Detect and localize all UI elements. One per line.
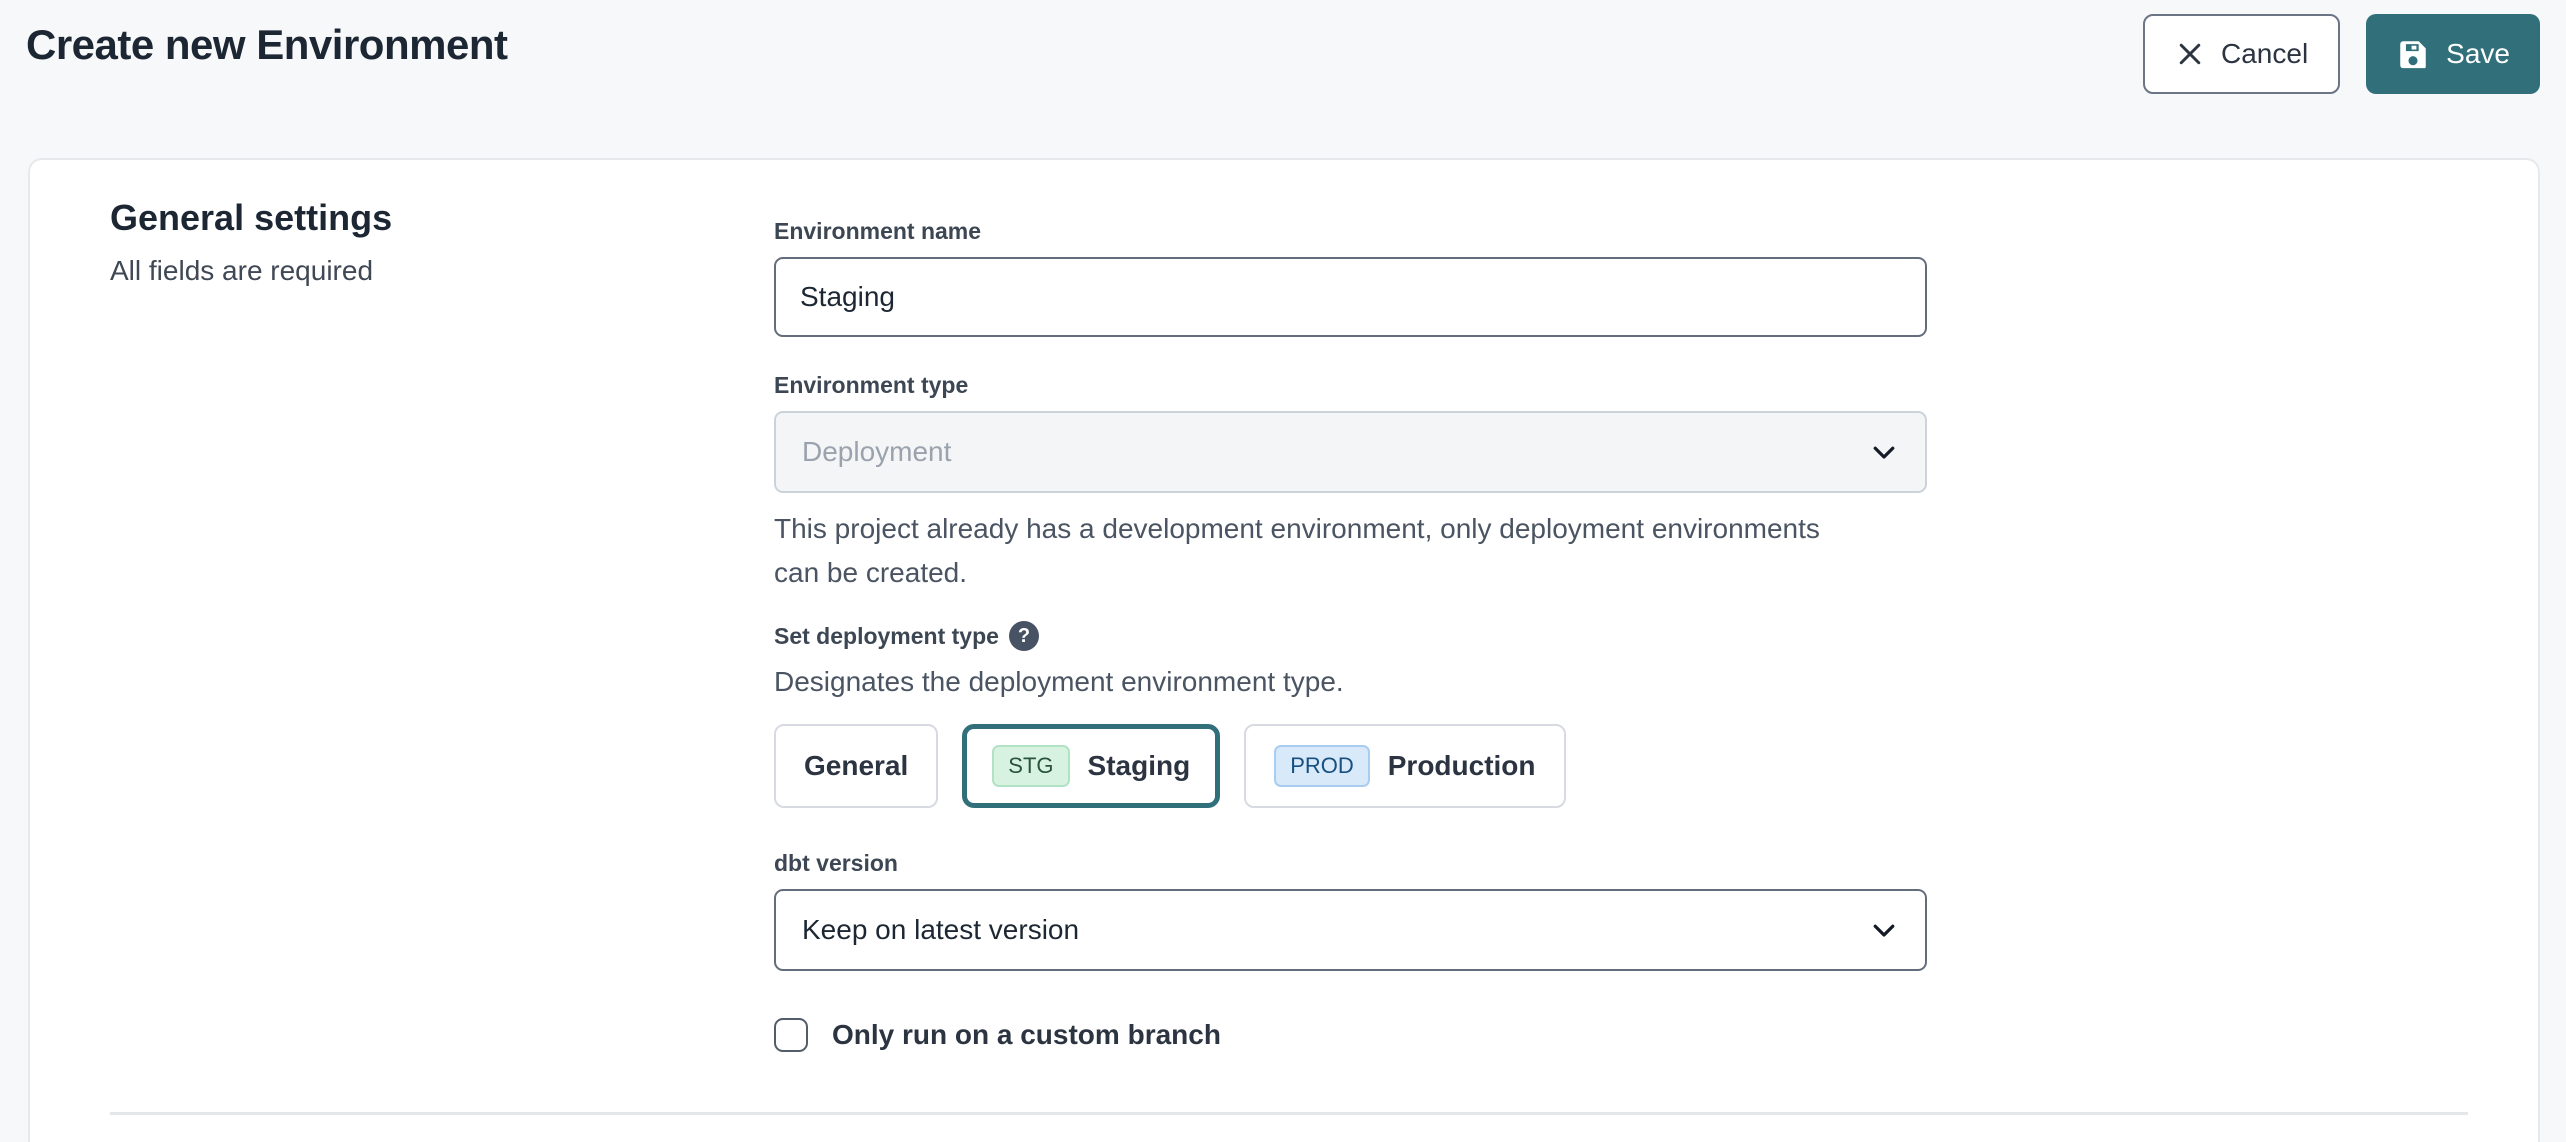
deployment-option-label: Production bbox=[1388, 750, 1536, 782]
dbt-version-select[interactable]: Keep on latest version bbox=[774, 889, 1927, 971]
section-heading: General settings bbox=[110, 197, 774, 239]
environment-type-select[interactable]: Deployment bbox=[774, 411, 1927, 493]
chevron-down-icon bbox=[1869, 915, 1899, 945]
page-title: Create new Environment bbox=[26, 14, 507, 70]
deployment-option-production[interactable]: PROD Production bbox=[1244, 724, 1565, 808]
deployment-option-label: Staging bbox=[1088, 750, 1191, 782]
section-divider bbox=[110, 1112, 2468, 1115]
prod-badge: PROD bbox=[1274, 745, 1370, 787]
save-button[interactable]: Save bbox=[2366, 14, 2540, 94]
close-icon bbox=[2175, 39, 2205, 69]
section-subheading: All fields are required bbox=[110, 255, 774, 287]
environment-name-input[interactable] bbox=[774, 257, 1927, 337]
deployment-type-label-row: Set deployment type ? bbox=[774, 621, 1927, 651]
save-button-label: Save bbox=[2446, 38, 2510, 70]
deployment-type-options: General STG Staging PROD Production bbox=[774, 724, 1927, 808]
deployment-option-staging[interactable]: STG Staging bbox=[962, 724, 1220, 808]
settings-form: Environment name Environment type Deploy… bbox=[774, 197, 1927, 1142]
save-icon bbox=[2396, 37, 2430, 71]
environment-type-help-text: This project already has a development e… bbox=[774, 507, 1864, 595]
cancel-button[interactable]: Cancel bbox=[2143, 14, 2340, 94]
question-mark-circle-icon[interactable]: ? bbox=[1009, 621, 1039, 651]
dbt-version-value: Keep on latest version bbox=[802, 914, 1079, 946]
dbt-version-label: dbt version bbox=[774, 848, 1927, 878]
header-actions: Cancel Save bbox=[2143, 14, 2540, 94]
deployment-option-general[interactable]: General bbox=[774, 724, 938, 808]
cancel-button-label: Cancel bbox=[2221, 38, 2308, 70]
deployment-type-label: Set deployment type bbox=[774, 621, 999, 651]
environment-type-value: Deployment bbox=[802, 436, 951, 468]
deployment-type-description: Designates the deployment environment ty… bbox=[774, 662, 1927, 702]
deployment-option-label: General bbox=[804, 750, 908, 782]
environment-type-label: Environment type bbox=[774, 370, 1927, 400]
general-settings-card: General settings All fields are required… bbox=[28, 158, 2540, 1142]
stg-badge: STG bbox=[992, 745, 1069, 787]
page-header: Create new Environment Cancel Save bbox=[0, 0, 2566, 158]
section-intro: General settings All fields are required bbox=[110, 197, 774, 1142]
environment-name-label: Environment name bbox=[774, 216, 1927, 246]
custom-branch-checkbox[interactable] bbox=[774, 1018, 808, 1052]
chevron-down-icon bbox=[1869, 437, 1899, 467]
custom-branch-label[interactable]: Only run on a custom branch bbox=[832, 1019, 1221, 1051]
custom-branch-row: Only run on a custom branch bbox=[774, 1018, 1927, 1052]
